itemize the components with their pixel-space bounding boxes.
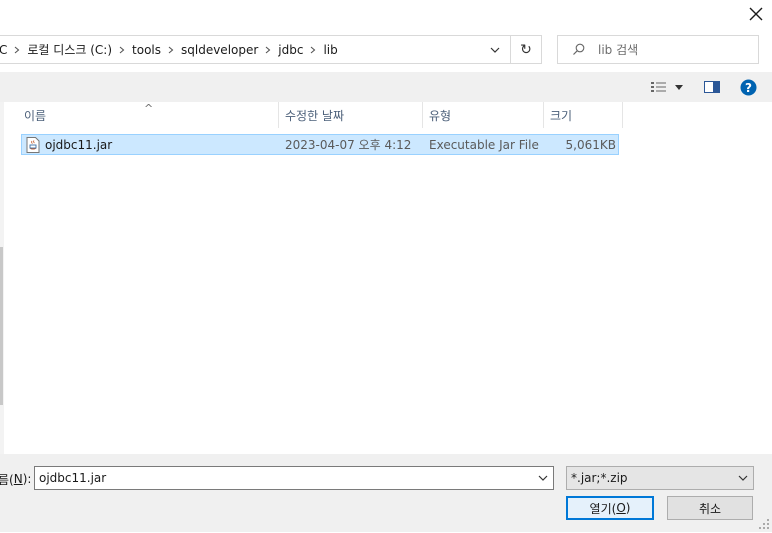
chevron-right-icon[interactable]: [7, 46, 27, 54]
filename-field[interactable]: ojdbc11.jar: [34, 466, 554, 490]
navigation-scrollbar[interactable]: [0, 247, 3, 405]
view-toolbar: ?: [0, 72, 772, 102]
file-list: ^ 이름 수정한 날짜 유형 크기 ojdbc11.jar 2023-04-07…: [4, 102, 772, 454]
search-box[interactable]: lib 검색: [557, 35, 759, 64]
column-header-size[interactable]: 크기: [544, 102, 622, 128]
file-size: 5,061KB: [565, 137, 616, 152]
address-bar[interactable]: C 로컬 디스크 (C:) tools sqldeveloper jdbc li…: [0, 35, 542, 64]
help-button[interactable]: ?: [738, 77, 758, 97]
chevron-right-icon[interactable]: [112, 46, 132, 54]
chevron-right-icon[interactable]: [303, 46, 323, 54]
breadcrumb-item-pc[interactable]: C: [0, 43, 7, 57]
search-icon: [558, 43, 598, 56]
refresh-button[interactable]: ↻: [510, 36, 541, 63]
breadcrumb-item-tools[interactable]: tools: [132, 43, 161, 57]
file-row[interactable]: ojdbc11.jar 2023-04-07 오후 4:12 Executabl…: [21, 134, 619, 155]
file-date: 2023-04-07 오후 4:12: [285, 138, 412, 152]
column-header-date[interactable]: 수정한 날짜: [279, 102, 423, 128]
filename-dropdown-button[interactable]: [533, 475, 553, 481]
chevron-down-icon: [490, 47, 500, 53]
search-input[interactable]: lib 검색: [598, 41, 638, 58]
file-type: Executable Jar File: [429, 137, 539, 152]
breadcrumb-item-local-disk[interactable]: 로컬 디스크 (C:): [27, 41, 112, 58]
close-icon: [749, 7, 763, 21]
column-header-type[interactable]: 유형: [423, 102, 543, 128]
chevron-down-icon: [733, 475, 753, 481]
caret-down-icon: [674, 84, 683, 90]
cancel-button[interactable]: 취소: [667, 496, 753, 520]
view-options-button[interactable]: [646, 77, 686, 97]
chevron-right-icon[interactable]: [161, 46, 181, 54]
breadcrumb-item-sqldeveloper[interactable]: sqldeveloper: [181, 43, 258, 57]
help-icon: ?: [740, 79, 756, 95]
svg-text:?: ?: [745, 81, 752, 95]
file-type-value: *.jar;*.zip: [571, 471, 628, 485]
preview-pane-icon: [704, 81, 720, 93]
address-history-dropdown[interactable]: [480, 36, 510, 63]
breadcrumb-item-lib[interactable]: lib: [323, 43, 337, 57]
file-name: ojdbc11.jar: [45, 137, 113, 152]
filename-label: 름(N):: [0, 472, 32, 487]
preview-pane-button[interactable]: [702, 77, 722, 97]
open-button[interactable]: 열기(O): [566, 496, 654, 520]
column-divider[interactable]: [622, 102, 623, 128]
breadcrumb-item-jdbc[interactable]: jdbc: [278, 43, 303, 57]
chevron-right-icon[interactable]: [258, 46, 278, 54]
breadcrumb: C 로컬 디스크 (C:) tools sqldeveloper jdbc li…: [0, 41, 480, 58]
details-view-icon: [650, 82, 666, 92]
file-type-select[interactable]: *.jar;*.zip: [566, 466, 754, 490]
chevron-down-icon: [538, 475, 548, 481]
jar-file-icon: [26, 135, 44, 154]
filename-input[interactable]: ojdbc11.jar: [35, 471, 533, 485]
refresh-icon: ↻: [520, 41, 532, 58]
resize-grip-icon[interactable]: [758, 518, 770, 530]
close-button[interactable]: [740, 0, 772, 28]
column-header-name[interactable]: 이름: [18, 102, 278, 128]
